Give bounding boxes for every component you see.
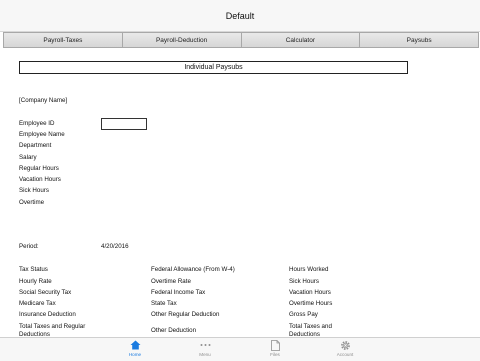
sick-hours-label: Sick Hours: [19, 187, 49, 194]
company-name: [Company Name]: [19, 97, 68, 104]
tab-paysubs[interactable]: Paysubs: [360, 33, 478, 47]
nav-files-label: Files: [270, 352, 280, 357]
department-label: Department: [19, 142, 52, 149]
hourly-rate-label: Hourly Rate: [19, 278, 52, 285]
nav-account[interactable]: Account: [325, 339, 365, 361]
other-deduction-label: Other Deduction: [151, 327, 197, 334]
gross-pay-label: Gross Pay: [289, 311, 318, 318]
overtime-label: Overtime: [19, 199, 45, 206]
hours-worked-label: Hours Worked: [289, 266, 329, 273]
tab-calculator[interactable]: Calculator: [241, 33, 361, 47]
other-regular-deduction-label: Other Regular Deduction: [151, 311, 220, 318]
federal-allowance-label: Federal Allowance (From W-4): [151, 266, 235, 273]
state-tax-label: State Tax: [151, 300, 177, 307]
social-security-tax-label: Social Security Tax: [19, 289, 72, 296]
overtime-rate-label: Overtime Rate: [151, 278, 191, 285]
tax-status-label: Tax Status: [19, 266, 48, 273]
total-taxes-regular-label: Total Taxes and Regular: [19, 323, 86, 330]
home-icon: [128, 339, 142, 351]
nav-menu[interactable]: Menu: [185, 339, 225, 361]
vacation-hours-summary-label: Vacation Hours: [289, 289, 331, 296]
medicare-tax-label: Medicare Tax: [19, 300, 56, 307]
tab-bar: Payroll-Taxes Payroll-Deduction Calculat…: [3, 32, 479, 48]
tab-payroll-taxes[interactable]: Payroll-Taxes: [4, 33, 123, 47]
nav-account-label: Account: [336, 352, 354, 357]
nav-home-label: Home: [128, 352, 142, 357]
salary-label: Salary: [19, 154, 37, 161]
nav-files[interactable]: Files: [255, 339, 295, 361]
sick-hours-summary-label: Sick Hours: [289, 278, 319, 285]
section-title: Individual Paysubs: [19, 61, 408, 74]
federal-income-tax-label: Federal Income Tax: [151, 289, 206, 296]
period-label: Period:: [19, 243, 39, 250]
title-bar: Default: [0, 0, 480, 32]
overtime-hours-label: Overtime Hours: [289, 300, 333, 307]
section-title-text: Individual Paysubs: [184, 64, 243, 71]
gear-icon: [338, 339, 352, 351]
menu-dots-icon: [198, 339, 212, 351]
regular-hours-label: Regular Hours: [19, 165, 59, 172]
file-icon: [268, 339, 282, 351]
bottom-tab-bar: Home Menu Files Account: [0, 337, 480, 361]
nav-menu-label: Menu: [199, 352, 211, 357]
vacation-hours-label: Vacation Hours: [19, 176, 61, 183]
total-taxes-label: Total Taxes and: [289, 323, 332, 330]
window-title: Default: [225, 10, 255, 21]
employee-name-label: Employee Name: [19, 131, 65, 138]
nav-home[interactable]: Home: [115, 339, 155, 361]
employee-id-label: Employee ID: [19, 120, 55, 127]
tab-payroll-deduction[interactable]: Payroll-Deduction: [122, 33, 242, 47]
insurance-deduction-label: Insurance Deduction: [19, 311, 76, 318]
employee-id-input[interactable]: [101, 118, 147, 130]
period-value: 4/20/2016: [101, 243, 129, 250]
